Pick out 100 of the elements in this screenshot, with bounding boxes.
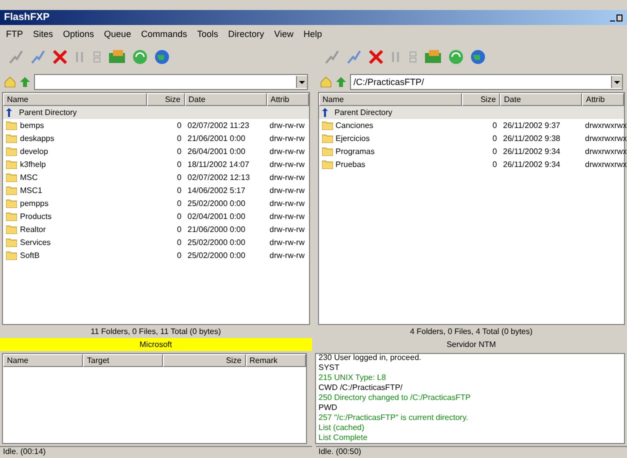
folder-name[interactable]: Products bbox=[20, 212, 52, 221]
date-cell-text: 26/11/2002 9:38 bbox=[502, 134, 562, 143]
folder-icon bbox=[322, 121, 332, 130]
date-cell-text: 26/11/2002 9:37 bbox=[502, 121, 562, 130]
folder-name[interactable]: Pruebas bbox=[336, 160, 366, 169]
size-cell-text: 0 bbox=[176, 225, 182, 234]
lightning-icon[interactable] bbox=[324, 49, 340, 65]
attrib-cell-text: drw-rw-rw bbox=[268, 147, 306, 156]
folder-name[interactable]: Canciones bbox=[336, 121, 374, 130]
attrib-cell-text: drw-rw-rw bbox=[268, 212, 306, 221]
menu-item[interactable]: Options bbox=[63, 28, 94, 38]
column-header[interactable]: Name bbox=[3, 354, 83, 367]
size-cell-text: 0 bbox=[492, 121, 498, 130]
size-cell-text: 0 bbox=[492, 147, 498, 156]
attrib-cell-text: drw-rw-rw bbox=[268, 225, 306, 234]
folder-name[interactable]: develop bbox=[20, 147, 48, 156]
folder-name[interactable]: MSC1 bbox=[20, 186, 42, 195]
column-header[interactable]: Date bbox=[500, 93, 582, 106]
log-line: PWD bbox=[318, 403, 338, 413]
date-cell-text: 26/04/2001 0:00 bbox=[186, 147, 246, 156]
dropdown-icon[interactable] bbox=[611, 76, 622, 88]
pause-icon[interactable] bbox=[74, 50, 86, 64]
folder-name[interactable]: SoftB bbox=[20, 251, 40, 260]
date-cell-text: 14/06/2002 5:17 bbox=[186, 186, 246, 195]
close-icon[interactable] bbox=[368, 49, 384, 65]
menu-item[interactable]: View bbox=[274, 28, 294, 38]
column-header[interactable]: Name bbox=[318, 93, 462, 106]
folder-icon bbox=[6, 251, 17, 260]
column-header[interactable]: Target bbox=[83, 354, 163, 367]
menu-item[interactable]: FTP bbox=[6, 28, 23, 38]
folder-icon bbox=[322, 134, 332, 143]
log-line: 230 User logged in, proceed. bbox=[318, 354, 422, 363]
lightning-icon[interactable] bbox=[346, 49, 362, 65]
menu-item[interactable]: Commands bbox=[141, 28, 188, 38]
folder-icon bbox=[322, 147, 332, 156]
lightning-icon[interactable] bbox=[30, 49, 46, 65]
attrib-cell-text: drw-rw-rw bbox=[268, 121, 306, 130]
folder-icon bbox=[6, 238, 17, 247]
menu-item[interactable]: Sites bbox=[33, 28, 54, 38]
date-cell-text: 25/02/2000 0:00 bbox=[186, 238, 246, 247]
menu-item[interactable]: Directory bbox=[228, 28, 264, 38]
menu-item[interactable]: Help bbox=[303, 28, 322, 38]
column-header[interactable]: Date bbox=[184, 93, 266, 106]
attrib-cell-text: drw-rw-rw bbox=[268, 186, 306, 195]
folder-icon bbox=[6, 212, 17, 221]
attrib-cell-text: drw-rw-rw bbox=[268, 199, 306, 208]
column-header[interactable]: Attrib bbox=[266, 93, 308, 106]
parent-directory-label: Parent Directory bbox=[334, 108, 392, 117]
size-cell-text: 0 bbox=[176, 121, 182, 130]
folder-name[interactable]: Services bbox=[20, 238, 51, 247]
parent-directory-row[interactable]: Parent Directory bbox=[3, 106, 308, 119]
pause-icon[interactable] bbox=[390, 50, 402, 64]
attrib-cell-text: drw-rw-rw bbox=[268, 134, 306, 143]
restore-icon[interactable] bbox=[609, 12, 623, 22]
up-arrow-icon[interactable] bbox=[334, 76, 346, 88]
column-header[interactable]: Attrib bbox=[582, 93, 624, 106]
globe-icon[interactable] bbox=[154, 49, 170, 65]
folder-name[interactable]: MSC bbox=[20, 173, 38, 182]
attrib-cell-text: drwxrwxrwx bbox=[584, 121, 624, 130]
path-field[interactable] bbox=[34, 74, 308, 90]
refresh-icon[interactable] bbox=[448, 49, 464, 65]
lightning-icon[interactable] bbox=[8, 49, 24, 65]
log-line: List (cached) bbox=[318, 423, 366, 433]
folder-icon bbox=[6, 160, 17, 169]
column-header[interactable]: Name bbox=[3, 93, 146, 106]
folder-name[interactable]: pempps bbox=[20, 199, 48, 208]
folder-summary: 11 Folders, 0 Files, 11 Total (0 bytes) bbox=[90, 326, 222, 338]
menu-item[interactable]: Queue bbox=[104, 28, 132, 38]
date-cell-text: 21/06/2000 0:00 bbox=[186, 225, 246, 234]
folder-icon bbox=[322, 160, 332, 169]
dropdown-icon[interactable] bbox=[296, 76, 306, 88]
folder-name[interactable]: k3fhelp bbox=[20, 160, 46, 169]
close-icon[interactable] bbox=[52, 49, 68, 65]
folder-name[interactable]: Realtor bbox=[20, 225, 46, 234]
folder-name[interactable]: deskapps bbox=[20, 134, 54, 143]
up-arrow-icon[interactable] bbox=[19, 76, 31, 88]
size-cell-text: 0 bbox=[176, 173, 182, 182]
folder-name[interactable]: Ejercicios bbox=[336, 134, 370, 143]
home-icon[interactable] bbox=[320, 76, 332, 88]
refresh-icon[interactable] bbox=[132, 49, 148, 65]
column-header[interactable]: Size bbox=[462, 93, 500, 106]
path-field[interactable]: /C:/PracticasFTP/ bbox=[350, 74, 623, 90]
globe-icon[interactable] bbox=[470, 49, 486, 65]
folder-name[interactable]: bemps bbox=[20, 121, 44, 130]
column-header[interactable]: Remark bbox=[246, 354, 306, 367]
parent-directory-row[interactable]: Parent Directory bbox=[318, 106, 624, 119]
attrib-cell-text: drwxrwxrwx bbox=[584, 134, 624, 143]
size-cell-text: 0 bbox=[176, 199, 182, 208]
folder-name[interactable]: Programas bbox=[336, 147, 375, 156]
home-icon[interactable] bbox=[4, 76, 16, 88]
column-header[interactable]: Size bbox=[146, 93, 184, 106]
attrib-cell-text: drw-rw-rw bbox=[268, 238, 306, 247]
log-line: 250 Directory changed to /C:/PracticasFTP bbox=[318, 393, 472, 403]
size-cell-text: 0 bbox=[176, 147, 182, 156]
menu-item[interactable]: Tools bbox=[197, 28, 218, 38]
folder-icon bbox=[6, 225, 17, 234]
column-header[interactable]: Size bbox=[163, 354, 246, 367]
folder-icon bbox=[6, 186, 17, 195]
size-cell-text: 0 bbox=[492, 160, 498, 169]
folder-icon bbox=[6, 134, 17, 143]
